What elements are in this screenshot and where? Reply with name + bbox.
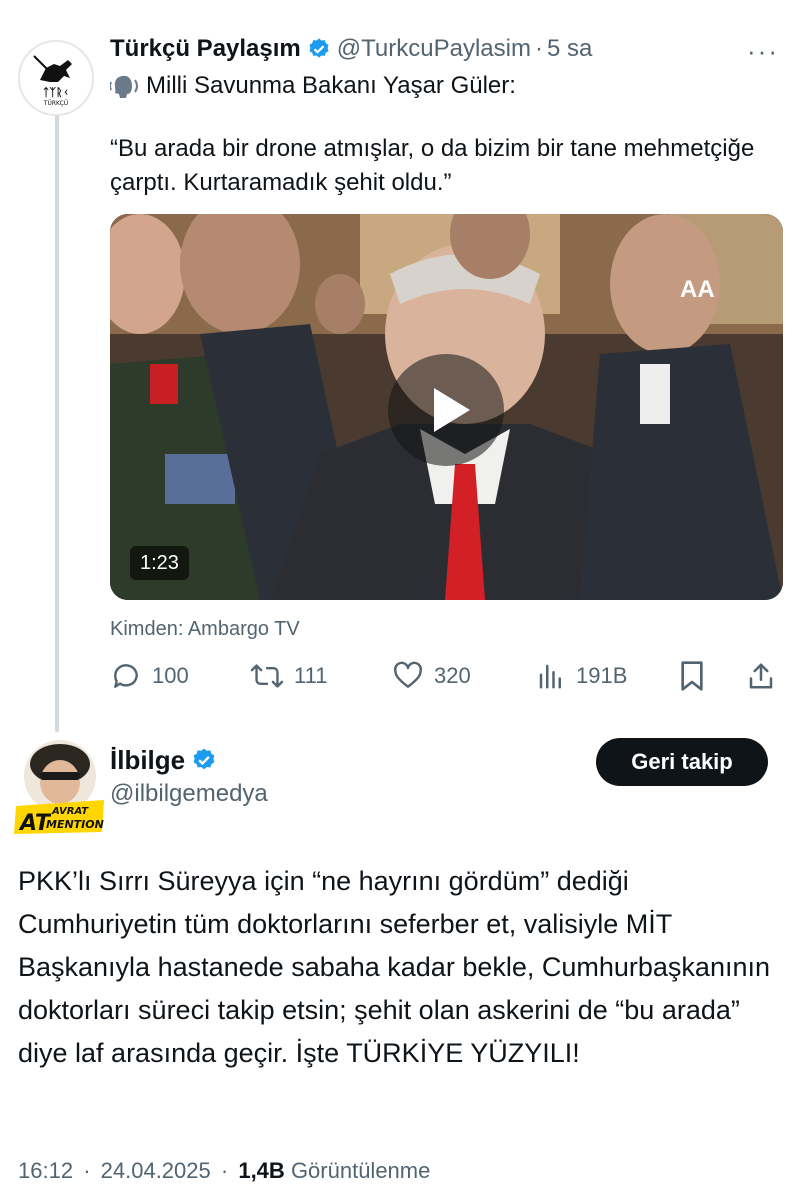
views-count: 191B	[576, 663, 628, 688]
reply-count: 100	[152, 663, 189, 688]
tweet-meta: 16:12 · 24.04.2025 · 1,4B Görüntülenme	[18, 1158, 430, 1184]
quoted-tweet-header: Türkçü Paylaşım @TurkcuPaylasim · 5 sa	[110, 32, 790, 66]
reply-button[interactable]: 100	[110, 655, 189, 697]
author-handle[interactable]: @TurkcuPaylasim	[337, 35, 531, 63]
quoted-tweet-line1: Milli Savunma Bakanı Yaşar Güler:	[109, 72, 516, 100]
ilbilge-avatar[interactable]: AT AVRAT MENTION	[14, 738, 106, 836]
main-author-row: İlbilge	[110, 742, 223, 778]
author-name[interactable]: Türkçü Paylaşım	[110, 35, 301, 63]
views-icon	[539, 664, 561, 689]
separator-dot: ·	[83, 1158, 91, 1183]
share-icon	[749, 663, 773, 689]
bookmark-icon	[681, 661, 703, 691]
tweet-time[interactable]: 16:12	[18, 1158, 73, 1183]
thread-connector-line	[55, 112, 59, 732]
tweet-date[interactable]: 24.04.2025	[101, 1158, 211, 1183]
retweet-button[interactable]: 111	[250, 655, 327, 697]
main-tweet-text: PKK’lı Sırrı Süreyya için “ne hayrını gö…	[18, 866, 770, 1068]
tweet-actions: 100 111 320 191B	[110, 655, 780, 697]
separator-dot: ·	[534, 35, 543, 62]
like-button[interactable]: 320	[392, 655, 471, 697]
svg-text:AVRAT: AVRAT	[51, 806, 89, 817]
views-button[interactable]: 191B	[536, 655, 627, 697]
svg-text:ᛏᛉᚱᚲ: ᛏᛉᚱᚲ	[43, 86, 69, 99]
video-duration: 1:23	[130, 546, 189, 580]
video-source[interactable]: Kimden: Ambargo TV	[110, 618, 300, 641]
separator-dot: ·	[220, 1158, 229, 1183]
quoted-tweet-line1-text: Milli Savunma Bakanı Yaşar Güler:	[146, 72, 516, 99]
bookmark-button[interactable]	[678, 655, 716, 697]
verified-badge-icon	[307, 37, 331, 61]
video-player[interactable]: AA 1:23	[110, 214, 783, 600]
views-total: 1,4B	[238, 1158, 285, 1183]
follow-back-button[interactable]: Geri takip	[596, 738, 768, 786]
share-button[interactable]	[746, 655, 786, 697]
main-author-name[interactable]: İlbilge	[110, 745, 185, 776]
play-icon[interactable]	[388, 354, 504, 466]
main-author-handle[interactable]: @ilbilgemedya	[110, 780, 268, 808]
tweet-time[interactable]: 5 sa	[547, 35, 592, 63]
retweet-icon	[250, 664, 284, 688]
svg-text:TÜRKÇÜ: TÜRKÇÜ	[43, 100, 68, 107]
more-icon[interactable]: ···	[747, 36, 779, 67]
views-label: Görüntülenme	[290, 1158, 431, 1183]
retweet-count: 111	[294, 663, 328, 688]
aa-watermark-logo: AA	[680, 276, 715, 303]
svg-text:MENTION: MENTION	[46, 818, 104, 831]
turkcu-avatar[interactable]: ᛏᛉᚱᚲ TÜRKÇÜ	[18, 40, 94, 116]
quoted-tweet-quote: “Bu arada bir drone atmışlar, o da bizim…	[110, 135, 755, 196]
reply-icon	[114, 664, 138, 688]
like-count: 320	[434, 663, 471, 688]
verified-badge-icon	[191, 747, 217, 773]
speaking-head-icon	[109, 72, 140, 100]
like-icon	[394, 661, 422, 688]
